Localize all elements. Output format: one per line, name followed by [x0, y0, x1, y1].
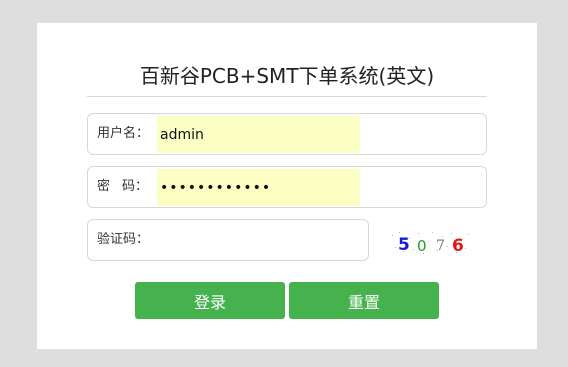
password-label-first: 密 [97, 179, 123, 194]
login-card: 百新谷PCB+SMT下单系统(英文) 用户名： 密码： 验证码： 5 0 7 6… [37, 23, 537, 349]
page-title: 百新谷PCB+SMT下单系统(英文) [139, 64, 435, 88]
captcha-input[interactable] [157, 222, 357, 259]
captcha-image[interactable]: 5 0 7 6 [390, 229, 470, 257]
captcha-digit-3: 7 [436, 238, 445, 254]
captcha-digit-1: 5 [398, 235, 410, 255]
username-field[interactable]: 用户名： [87, 113, 487, 155]
login-button[interactable]: 登录 [135, 282, 285, 319]
captcha-digit-4: 6 [452, 236, 464, 256]
captcha-digit-2: 0 [417, 237, 427, 255]
password-field[interactable]: 密码： [87, 166, 487, 208]
captcha-field[interactable]: 验证码： [87, 219, 369, 261]
username-input[interactable] [157, 116, 360, 153]
password-input[interactable] [157, 169, 360, 206]
captcha-label: 验证码： [97, 232, 150, 247]
title-divider [87, 96, 487, 97]
password-label: 密码： [97, 167, 148, 207]
password-label-second: 码： [122, 179, 149, 194]
reset-button[interactable]: 重置 [289, 282, 439, 319]
username-label: 用户名： [97, 126, 150, 141]
